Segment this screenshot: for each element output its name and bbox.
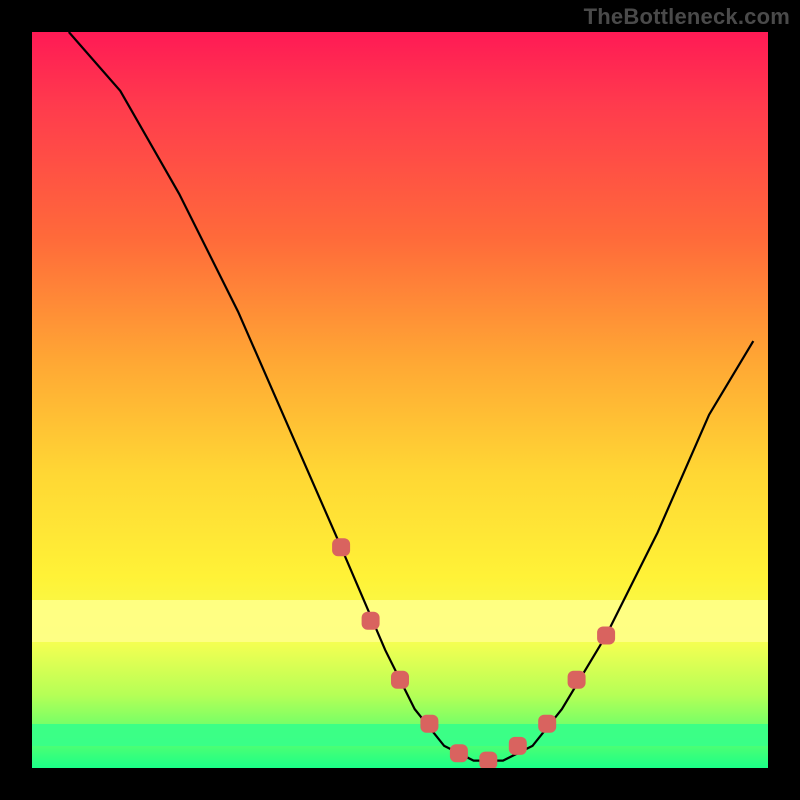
marker-point [420, 715, 438, 733]
chart-svg [32, 32, 768, 768]
marker-point [568, 671, 586, 689]
marker-point [332, 538, 350, 556]
bottleneck-curve [69, 32, 754, 761]
plot-area [32, 32, 768, 768]
marker-point [450, 744, 468, 762]
marker-point [479, 752, 497, 768]
chart-frame: TheBottleneck.com [0, 0, 800, 800]
marker-point [391, 671, 409, 689]
marker-point [362, 612, 380, 630]
marker-point [538, 715, 556, 733]
marker-point [597, 627, 615, 645]
marker-point [509, 737, 527, 755]
attribution-text: TheBottleneck.com [584, 4, 790, 30]
highlighted-markers [332, 538, 615, 768]
